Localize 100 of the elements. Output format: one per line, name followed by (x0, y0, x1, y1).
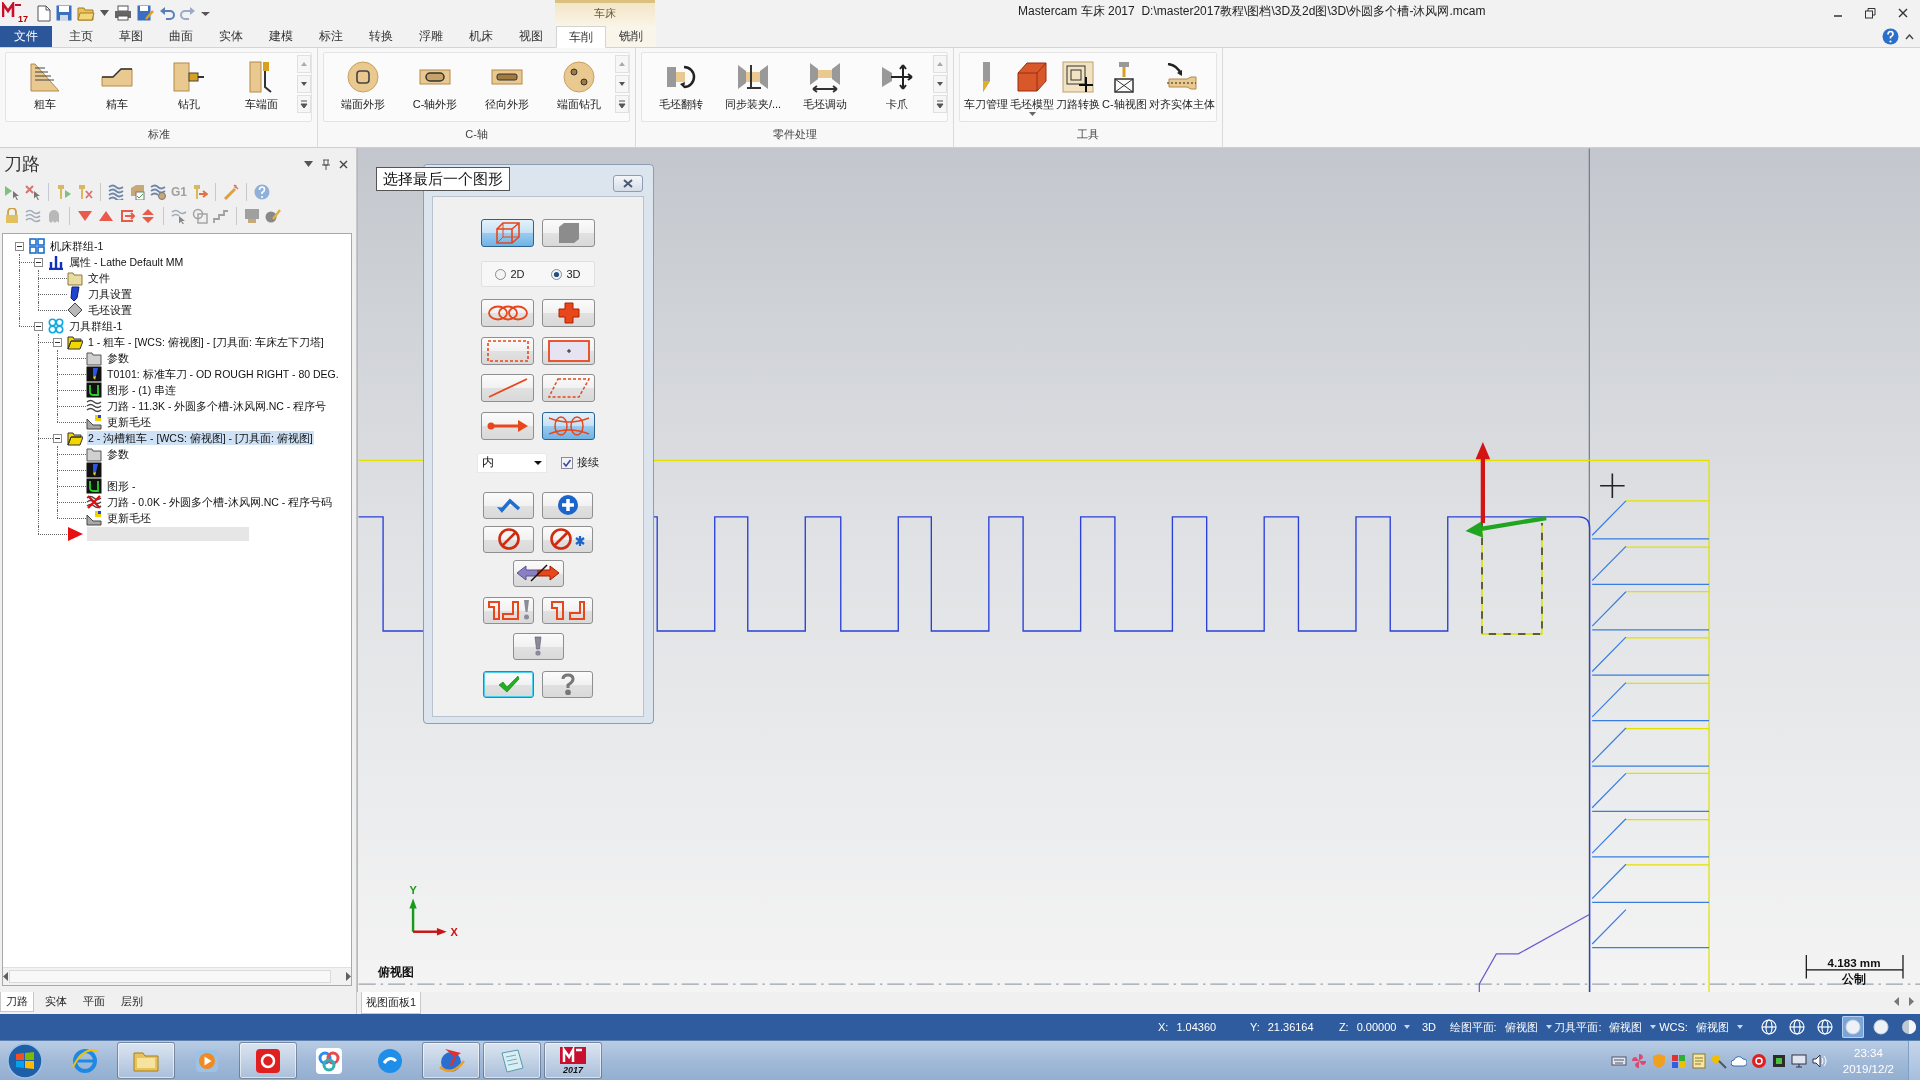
end-button[interactable] (483, 525, 534, 553)
caret-down-icon[interactable] (1545, 1025, 1552, 1029)
tool-cross-icon[interactable] (77, 184, 93, 200)
printer-icon[interactable] (114, 5, 132, 21)
scroll-right-icon[interactable] (1908, 997, 1914, 1006)
taskbar-app-button[interactable] (422, 1042, 480, 1079)
caret-down-icon[interactable] (1736, 1025, 1743, 1029)
caret-down-icon[interactable] (304, 161, 313, 167)
taskbar-app-button[interactable]: 2017 (544, 1042, 602, 1079)
panel-tab[interactable]: 刀路 (0, 992, 34, 1012)
reverse-button[interactable] (512, 559, 564, 587)
double-triangle-icon[interactable] (140, 208, 156, 224)
collapse-caret-icon[interactable] (1905, 33, 1914, 40)
tree-item[interactable]: 2 - 沟槽粗车 - [WCS: 俯视图] - [刀具面: 俯视图] (87, 431, 314, 445)
ribbon-button[interactable]: 毛坯翻转 (645, 53, 717, 121)
ribbon-tab[interactable]: 视图 (506, 26, 556, 47)
ribbon-button[interactable]: C-轴外形 (399, 53, 471, 121)
tree-item[interactable]: 文件 (87, 271, 111, 285)
save-edit-icon[interactable] (137, 5, 154, 21)
ribbon-tab[interactable]: 浮雕 (406, 26, 456, 47)
collapse-box-icon[interactable] (53, 433, 62, 443)
tree-item[interactable]: 参数 (106, 447, 130, 461)
pinwheel-icon[interactable] (1630, 1052, 1647, 1069)
ribbon-button[interactable]: 精车 (81, 53, 153, 121)
tree-item[interactable]: 图形 - (106, 479, 137, 493)
polygon-button[interactable] (542, 374, 595, 402)
ribbon-tab[interactable]: 标注 (306, 26, 356, 47)
collapse-box-icon[interactable] (34, 257, 43, 267)
box-check-icon[interactable] (129, 184, 145, 200)
redo-icon[interactable] (180, 6, 196, 20)
ribbon-button[interactable]: 同步装夹/... (717, 53, 789, 121)
ribbon-button[interactable]: 对齐实体主体 (1147, 53, 1216, 121)
monitor-icon[interactable] (1790, 1052, 1807, 1069)
speaker-icon[interactable] (1810, 1052, 1827, 1069)
clear-all-button[interactable] (542, 525, 593, 553)
tree-item[interactable]: 更新毛坯 (106, 511, 152, 525)
expand-gallery-icon[interactable] (615, 95, 629, 113)
ribbon-tab[interactable]: 铣削 (606, 26, 656, 47)
display-mode-button[interactable] (1814, 1016, 1836, 1038)
show-desktop-button[interactable] (1908, 1040, 1920, 1080)
vector-button[interactable] (481, 411, 534, 440)
ribbon-button[interactable]: 车刀管理 (963, 53, 1009, 121)
ribbon-tab[interactable]: 车削 (556, 26, 606, 48)
collapse-box-icon[interactable] (15, 241, 24, 251)
partial-button[interactable] (542, 411, 595, 440)
tree-item[interactable]: 1 - 粗车 - [WCS: 俯视图] - [刀具面: 车床左下刀塔] (87, 335, 325, 349)
disc-icon[interactable] (1750, 1052, 1767, 1069)
sphere-pencil-icon[interactable] (265, 208, 281, 224)
ribbon-tab[interactable]: 文件 (0, 26, 52, 47)
wireframe-button[interactable] (481, 219, 534, 247)
radio-button-icon[interactable] (495, 268, 507, 280)
panel-tab[interactable]: 实体 (40, 992, 72, 1011)
viewsheet-tab[interactable]: 视图面板1 (361, 992, 422, 1014)
ribbon-tab[interactable]: 主页 (56, 26, 106, 47)
horizontal-scrollbar[interactable] (3, 967, 351, 985)
filter-dropdown[interactable]: 内 (477, 452, 547, 473)
panel-tab[interactable]: 平面 (78, 992, 110, 1011)
display-mode-button[interactable] (1786, 1016, 1808, 1038)
scroll-down-icon[interactable] (933, 75, 947, 93)
tree-item[interactable]: 刀具群组-1 (68, 319, 124, 333)
ribbon-tab[interactable]: 转换 (356, 26, 406, 47)
ribbon-button[interactable]: C-轴视图 (1101, 53, 1148, 121)
machine-icon[interactable] (244, 208, 260, 224)
lock-icon[interactable] (4, 208, 20, 224)
radio-button-icon[interactable] (551, 268, 563, 280)
taskbar-app-button[interactable] (483, 1042, 541, 1079)
tree-item[interactable]: 属性 - Lathe Default MM (68, 255, 185, 269)
close-button[interactable] (613, 175, 643, 192)
tree-item[interactable]: 参数 (106, 351, 130, 365)
ribbon-button[interactable]: 毛坯模型 (1009, 53, 1055, 121)
stacked-waves-icon[interactable] (108, 184, 124, 200)
four-squares-icon[interactable] (1670, 1052, 1687, 1069)
help-icon[interactable] (1882, 28, 1899, 45)
stairs-icon[interactable] (213, 208, 229, 224)
undo-icon[interactable] (159, 6, 175, 20)
tool-arrow-icon[interactable] (192, 184, 208, 200)
add-button[interactable] (542, 491, 593, 519)
chip-icon[interactable] (1770, 1052, 1787, 1069)
ribbon-button[interactable]: 端面外形 (327, 53, 399, 121)
warning-button[interactable] (512, 632, 564, 660)
document-icon[interactable] (1690, 1052, 1707, 1069)
overlap-shapes-icon[interactable] (192, 208, 208, 224)
scroll-down-icon[interactable] (297, 75, 311, 93)
close-icon[interactable] (339, 159, 348, 169)
cross-cursor-icon[interactable] (25, 184, 41, 200)
ribbon-tab[interactable]: 建模 (256, 26, 306, 47)
single-button[interactable] (481, 374, 534, 402)
window-button[interactable] (481, 336, 534, 365)
magnifier-icon[interactable] (1710, 1052, 1727, 1069)
tree-item[interactable]: T0101: 标准车刀 - OD ROUGH RIGHT - 80 DEG. (106, 367, 340, 381)
ribbon-tab[interactable]: 机床 (456, 26, 506, 47)
tree-item[interactable]: 机床群组-1 (49, 239, 105, 253)
panel-tab[interactable]: 层别 (116, 992, 148, 1011)
area-button[interactable] (542, 336, 595, 365)
bracket-arrow-icon[interactable] (119, 208, 135, 224)
caret-down-icon[interactable] (100, 10, 109, 16)
folder-icon[interactable] (77, 5, 95, 21)
point-button[interactable] (542, 299, 595, 327)
waves-cursor-icon[interactable] (171, 208, 187, 224)
tree-item[interactable]: 图形 - (1) 串连 (106, 383, 178, 397)
